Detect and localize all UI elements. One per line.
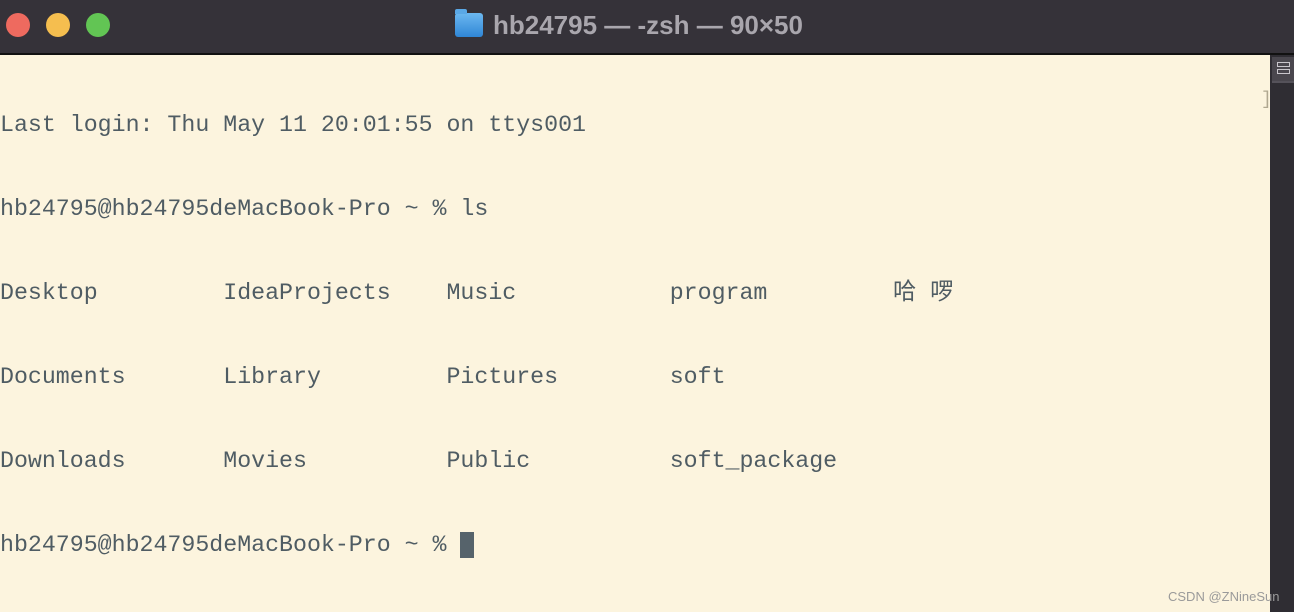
window-title-text: hb24795 — -zsh — 90×50	[493, 9, 803, 40]
scrollbar[interactable]	[1270, 55, 1294, 612]
home-folder-icon	[455, 9, 483, 37]
terminal-line: Downloads Movies Public soft_package	[0, 448, 838, 474]
cursor	[460, 532, 475, 558]
zoom-button[interactable]	[86, 13, 110, 37]
title-bar: hb24795 — -zsh — 90×50	[0, 0, 1294, 55]
prompt-line: hb24795@hb24795deMacBook-Pro ~ %	[0, 531, 1270, 559]
terminal-line: Documents Library Pictures soft	[0, 364, 726, 390]
close-button[interactable]	[6, 13, 30, 37]
prompt: hb24795@hb24795deMacBook-Pro ~ %	[0, 532, 461, 558]
terminal-line: Last login: Thu May 11 20:01:55 on ttys0…	[0, 112, 586, 138]
terminal-output[interactable]: Last login: Thu May 11 20:01:55 on ttys0…	[0, 55, 1270, 612]
split-pane-icon[interactable]	[1272, 57, 1294, 83]
window-title: hb24795 — -zsh — 90×50	[455, 9, 803, 41]
watermark: CSDN @ZNineSun	[1168, 589, 1280, 604]
terminal-line: Desktop IdeaProjects Music program 哈 啰	[0, 280, 954, 306]
terminal-line: hb24795@hb24795deMacBook-Pro ~ % ls	[0, 196, 489, 222]
minimize-button[interactable]	[46, 13, 70, 37]
